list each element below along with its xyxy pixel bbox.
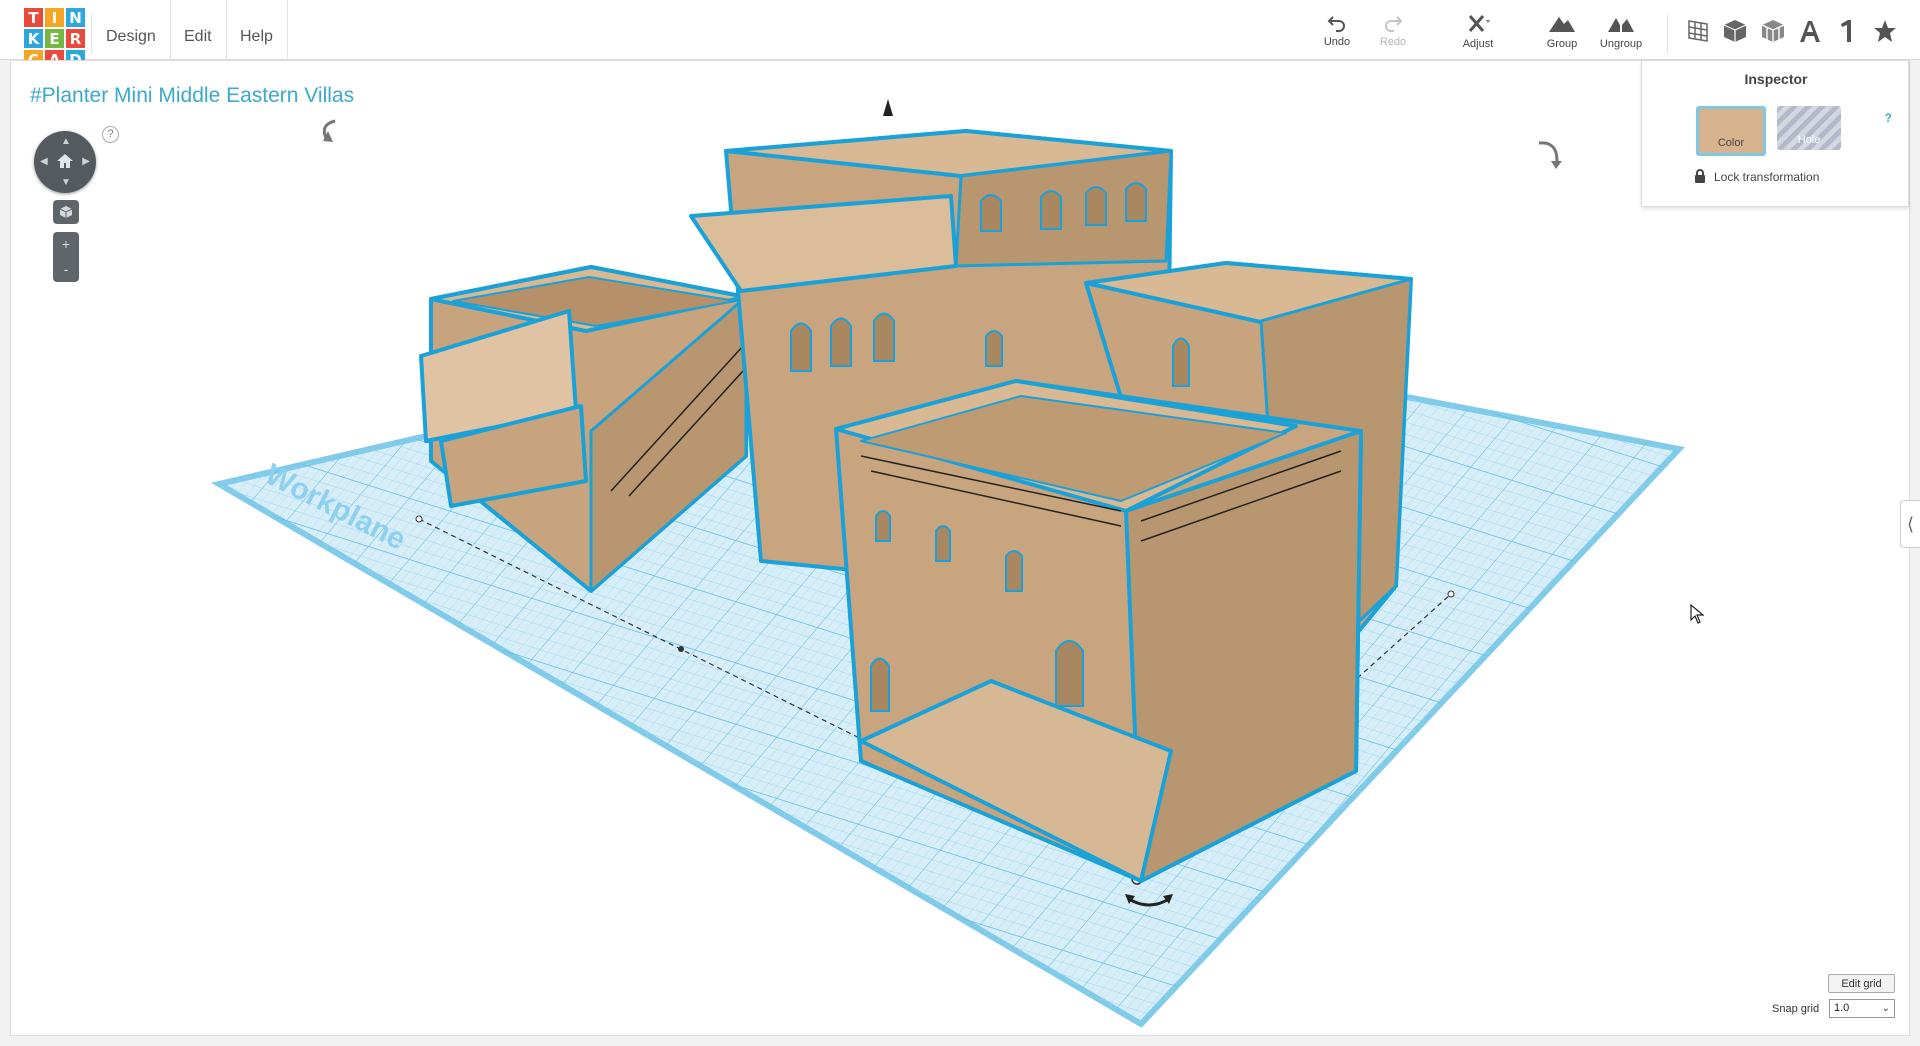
menu-edit[interactable]: Edit [170,0,227,60]
favorites-star-icon[interactable] [1872,18,1898,44]
home-view-icon[interactable] [56,152,74,170]
color-swatch[interactable]: Color [1696,106,1766,156]
redo-icon [1385,16,1403,32]
adjust-label: Adjust [1462,38,1494,50]
snap-grid-label: Snap grid [1772,1003,1820,1015]
snap-grid-value: 1.0 [1834,1002,1850,1014]
number-shape-icon[interactable] [1836,18,1856,44]
navigation-help-icon[interactable]: ? [102,126,119,143]
chevron-down-icon: ⌄ [1881,1003,1890,1014]
hole-label: Hole [1797,134,1821,146]
orbit-right-icon[interactable]: ▶ [82,156,90,167]
menu-help[interactable]: Help [226,0,288,60]
inspector-panel: Inspector ? Color Hole Lock transformati… [1641,60,1909,207]
toolbar-divider [1667,14,1668,54]
wireframe-icon[interactable] [1760,18,1786,44]
text-shape-icon[interactable] [1797,18,1823,44]
perspective-toggle[interactable] [53,200,79,224]
logo-letter: N [66,8,85,27]
group-icon [1549,17,1575,32]
orbit-left-icon[interactable]: ◀ [40,156,48,167]
rotate-handle-right[interactable] [1538,141,1559,162]
design-title[interactable]: #Planter Mini Middle Eastern Villas [30,84,354,108]
hole-swatch[interactable]: Hole [1777,106,1841,150]
logo-letter: I [45,8,64,27]
undo-button[interactable]: Undo [1307,14,1367,48]
top-toolbar: T I N K E R C A D Design Edit Help Undo … [0,0,1920,69]
orbit-up-icon[interactable]: ▲ [61,136,71,147]
height-arrow[interactable] [883,99,893,116]
menu-design[interactable]: Design [92,0,171,60]
edit-grid-button[interactable]: Edit grid [1828,974,1895,993]
ungroup-label: Ungroup [1599,38,1643,50]
orbit-down-icon[interactable]: ▼ [61,177,71,188]
color-label: Color [1717,137,1745,149]
orbit-control[interactable]: ▲ ▼ ◀ ▶ [34,131,96,193]
adjust-button[interactable]: Adjust [1448,14,1508,50]
snap-grid-select[interactable]: 1.0 ⌄ [1829,999,1895,1018]
side-panel-toggle[interactable]: ⟨ [1900,500,1920,548]
redo-label: Redo [1379,36,1407,48]
design-canvas[interactable]: Workplane [10,60,1910,1036]
lock-label: Lock transformation [1714,170,1820,184]
chevron-left-icon: ⟨ [1906,514,1915,534]
box-view-icon[interactable] [1722,18,1748,44]
logo-letter: T [24,8,43,27]
adjust-icon [1468,15,1490,32]
lock-icon [1695,169,1705,183]
mouse-cursor-icon [1690,604,1704,624]
zoom-control: + - [53,232,79,282]
undo-label: Undo [1323,36,1351,48]
ungroup-icon [1608,18,1634,32]
cube-icon [59,206,73,218]
redo-button[interactable]: Redo [1363,14,1423,48]
inspector-help-icon[interactable]: ? [1885,111,1892,125]
group-label: Group [1546,38,1578,50]
logo-letter: R [66,29,85,48]
undo-icon [1327,16,1345,32]
logo-letter: E [45,29,64,48]
group-button[interactable]: Group [1532,14,1592,50]
zoom-out-button[interactable]: - [53,257,79,282]
logo-letter: K [24,29,43,48]
3d-scene[interactable]: Workplane [11,61,1910,1036]
grid-view-icon[interactable] [1685,18,1711,44]
ungroup-button[interactable]: Ungroup [1591,14,1651,50]
zoom-in-button[interactable]: + [53,232,79,257]
villa-model[interactable] [419,129,1413,883]
lock-transformation-toggle[interactable]: Lock transformation [1694,169,1819,184]
inspector-title: Inspector [1744,71,1808,87]
